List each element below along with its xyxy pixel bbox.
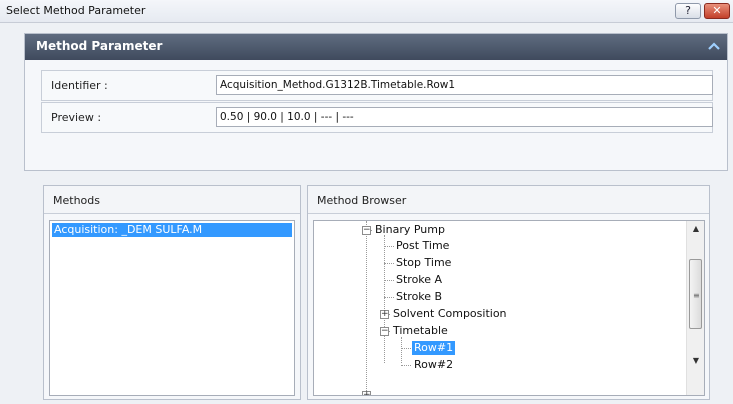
help-button[interactable]: ? (675, 3, 701, 19)
close-button[interactable]: ✕ (704, 3, 730, 19)
tree-line (366, 221, 367, 395)
methods-header: Methods (44, 186, 300, 214)
preview-field[interactable]: 0.50 | 90.0 | 10.0 | --- | --- (216, 107, 713, 127)
method-browser-header: Method Browser (308, 186, 709, 214)
identifier-row: Identifier : Acquisition_Method.G1312B.T… (41, 70, 713, 101)
expand-icon[interactable]: + (380, 310, 389, 319)
tree-line (401, 348, 411, 349)
tree-line (384, 246, 394, 247)
panel-title: Method Parameter (36, 39, 163, 53)
method-tree[interactable]: − Binary Pump Post Time Stop Time Stroke… (313, 220, 705, 396)
tree-line (401, 337, 402, 363)
dialog-window: Select Method Parameter ? ✕ Method Param… (0, 0, 733, 404)
identifier-field[interactable]: Acquisition_Method.G1312B.Timetable.Row1 (216, 75, 713, 95)
tree-line (384, 280, 394, 281)
tree-node-timetable[interactable]: Timetable (393, 324, 448, 338)
tree-node-row2[interactable]: Row#2 (414, 358, 453, 372)
expand-icon[interactable]: + (362, 391, 371, 395)
dialog-content: Method Parameter Identifier : Acquisitio… (0, 23, 733, 404)
methods-group: Methods Acquisition: _DEM SULFA.M (43, 185, 301, 400)
tree-node-post-time[interactable]: Post Time (396, 239, 449, 253)
tree-line (384, 297, 394, 298)
tree-node-stroke-a[interactable]: Stroke A (396, 273, 442, 287)
preview-row: Preview : 0.50 | 90.0 | 10.0 | --- | --- (41, 102, 713, 133)
tree-node-solvent-composition[interactable]: Solvent Composition (393, 307, 507, 321)
methods-title: Methods (53, 194, 100, 207)
tree-node-stop-time[interactable]: Stop Time (396, 256, 451, 270)
scroll-up-icon[interactable]: ▲ (690, 223, 702, 235)
scroll-thumb[interactable]: ≡ (689, 259, 702, 329)
scroll-down-icon[interactable]: ▼ (690, 355, 702, 367)
collapse-icon[interactable]: − (362, 226, 371, 235)
list-item[interactable]: Acquisition: _DEM SULFA.M (52, 223, 292, 237)
grip-icon: ≡ (693, 291, 700, 300)
tree-line (384, 263, 394, 264)
identifier-label: Identifier : (51, 79, 108, 92)
tree-node-binary-pump[interactable]: Binary Pump (375, 223, 445, 237)
methods-list[interactable]: Acquisition: _DEM SULFA.M (49, 220, 295, 396)
tree-line (401, 365, 411, 366)
method-browser-group: Method Browser − Binary Pump Post Time S… (307, 185, 710, 400)
method-parameter-panel: Method Parameter Identifier : Acquisitio… (24, 33, 728, 171)
tree-node-row1[interactable]: Row#1 (412, 341, 456, 355)
tree-node-stroke-b[interactable]: Stroke B (396, 290, 442, 304)
window-title: Select Method Parameter (6, 4, 146, 17)
chevron-up-icon[interactable] (707, 40, 721, 52)
tree-line (384, 235, 385, 363)
tree-scrollbar[interactable]: ▲ ≡ ▼ (686, 221, 704, 395)
panel-header[interactable]: Method Parameter (25, 34, 727, 60)
method-browser-title: Method Browser (317, 194, 407, 207)
collapse-icon[interactable]: − (380, 327, 389, 336)
title-bar: Select Method Parameter ? ✕ (0, 0, 733, 23)
preview-label: Preview : (51, 111, 102, 124)
